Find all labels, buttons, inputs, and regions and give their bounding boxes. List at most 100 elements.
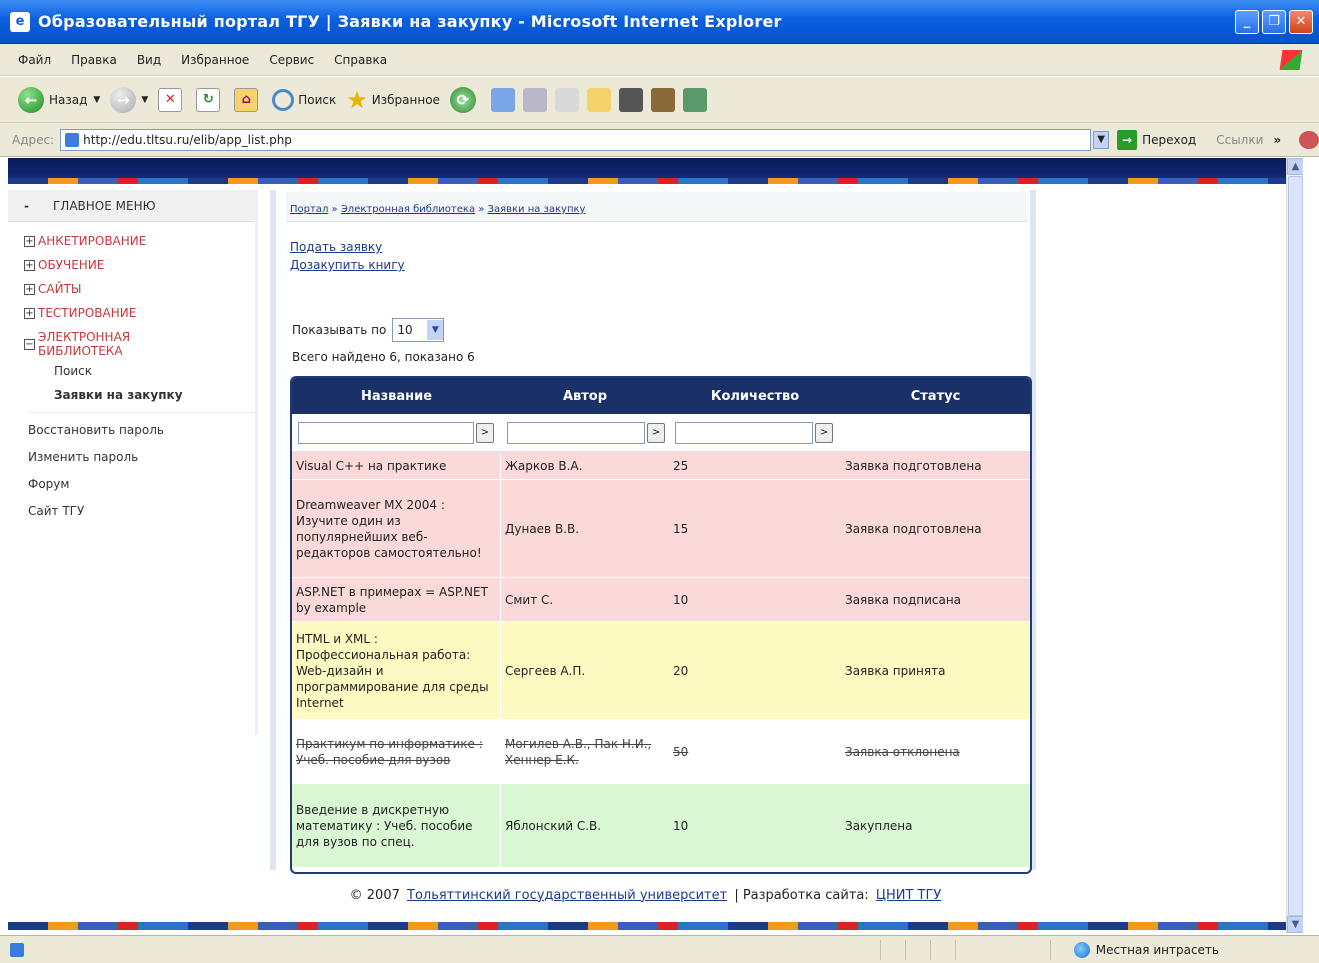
vertical-scrollbar[interactable]: ▲ ▼ <box>1286 158 1303 933</box>
messenger-icon[interactable] <box>682 87 707 112</box>
sidebar-item-surveys[interactable]: + АНКЕТИРОВАНИЕ <box>24 234 255 248</box>
folder-icon[interactable] <box>586 87 611 112</box>
research-icon[interactable] <box>650 87 675 112</box>
go-arrow-icon: → <box>1117 129 1138 150</box>
breadcrumb-library[interactable]: Электронная библиотека <box>341 204 475 215</box>
menu-tools[interactable]: Сервис <box>269 53 314 67</box>
menubar: Файл Правка Вид Избранное Сервис Справка <box>0 44 1319 76</box>
column-status[interactable]: Статус <box>841 378 1030 414</box>
status-page-icon <box>10 942 24 957</box>
home-icon: ⌂ <box>234 87 259 112</box>
menu-favorites[interactable]: Избранное <box>181 53 249 67</box>
sidebar-item-testing[interactable]: + ТЕСТИРОВАНИЕ <box>24 306 255 320</box>
title-filter-button[interactable]: > <box>476 422 494 443</box>
sidebar-subitem-search[interactable]: Поиск <box>8 364 255 378</box>
mail-icon[interactable] <box>490 87 515 112</box>
table-row[interactable]: HTML и XML : Профессиональная работа: We… <box>292 622 1030 720</box>
sidebar-item-education[interactable]: + ОБУЧЕНИЕ <box>24 258 255 272</box>
submit-request-link[interactable]: Подать заявку <box>290 240 405 254</box>
sidebar-item-library[interactable]: − ЭЛЕКТРОННАЯ БИБЛИОТЕКА <box>24 330 255 358</box>
search-button[interactable]: Поиск <box>272 88 336 111</box>
k-icon[interactable] <box>618 87 643 112</box>
column-quantity[interactable]: Количество <box>669 378 841 414</box>
page-size-select[interactable]: 10 ▼ <box>392 318 445 342</box>
menu-view[interactable]: Вид <box>137 53 161 67</box>
edit-icon[interactable] <box>554 87 579 112</box>
print-icon[interactable] <box>522 87 547 112</box>
expand-icon: + <box>24 308 35 319</box>
back-arrow-icon: ← <box>18 86 44 113</box>
title-filter-input[interactable] <box>298 421 474 444</box>
search-icon <box>272 88 295 111</box>
ie-icon: e <box>10 11 30 32</box>
menu-edit[interactable]: Правка <box>71 53 117 67</box>
developer-link[interactable]: ЦНИТ ТГУ <box>876 888 941 903</box>
address-input[interactable]: http://edu.tltsu.ru/elib/app_list.php <box>60 128 1092 151</box>
history-button[interactable]: ⟳ <box>449 86 481 113</box>
forum-link[interactable]: Форум <box>8 477 255 491</box>
author-filter-button[interactable]: > <box>647 422 665 443</box>
university-link[interactable]: Тольяттинский государственный университе… <box>407 888 727 903</box>
back-button[interactable]: ← Назад ▼ <box>18 86 100 113</box>
scroll-down-icon[interactable]: ▼ <box>1287 916 1303 933</box>
maximize-button[interactable]: ❐ <box>1262 10 1286 34</box>
sidebar-item-sites[interactable]: + САЙТЫ <box>24 282 255 296</box>
refresh-icon: ↻ <box>196 87 221 112</box>
sidebar: - ГЛАВНОЕ МЕНЮ + АНКЕТИРОВАНИЕ + ОБУЧЕНИЕ +… <box>8 190 258 735</box>
menu-help[interactable]: Справка <box>334 53 387 67</box>
main-panel: Портал » Электронная библиотека » Заявки… <box>270 190 1036 874</box>
collapse-icon: − <box>24 339 35 350</box>
sidebar-heading: - ГЛАВНОЕ МЕНЮ <box>8 190 255 222</box>
chevron-icon[interactable]: » <box>1273 133 1281 147</box>
breadcrumb: Портал » Электронная библиотека » Заявки… <box>286 192 1028 222</box>
security-zone: Местная интрасеть <box>1073 941 1219 958</box>
intranet-icon <box>1073 941 1090 958</box>
window-titlebar: e Образовательный портал ТГУ | Заявки на… <box>0 0 1319 44</box>
footer-stripe <box>8 922 1286 930</box>
home-button[interactable]: ⌂ <box>234 87 262 112</box>
result-count: Всего найдено 6, показано 6 <box>292 350 475 364</box>
quantity-filter-button[interactable]: > <box>815 422 833 443</box>
minimize-button[interactable]: _ <box>1235 10 1259 34</box>
table-header: Название Автор Количество Статус <box>292 378 1030 414</box>
table-row[interactable]: Visual C++ на практике Жарков В.А. 25 За… <box>292 452 1030 480</box>
table-row[interactable]: Введение в дискретную математику : Учеб.… <box>292 784 1030 868</box>
go-button[interactable]: → Переход <box>1117 129 1196 150</box>
column-author[interactable]: Автор <box>501 378 669 414</box>
forward-button[interactable]: → ▼ <box>110 86 148 113</box>
breadcrumb-portal[interactable]: Портал <box>290 204 328 215</box>
page-icon <box>65 132 80 147</box>
history-icon: ⟳ <box>449 86 476 113</box>
restore-password-link[interactable]: Восстановить пароль <box>8 423 255 437</box>
table-row[interactable]: ASP.NET в примерах = ASP.NET by example … <box>292 578 1030 622</box>
page-size-label: Показывать по <box>292 323 387 337</box>
scroll-up-icon[interactable]: ▲ <box>1287 158 1303 175</box>
favorites-button[interactable]: ★ Избранное <box>346 86 440 114</box>
change-password-link[interactable]: Изменить пароль <box>8 450 255 464</box>
site-link[interactable]: Сайт ТГУ <box>8 504 255 518</box>
extension-icon[interactable] <box>1299 130 1319 149</box>
menu-file[interactable]: Файл <box>18 53 51 67</box>
header-banner <box>8 158 1303 184</box>
refresh-button[interactable]: ↻ <box>196 87 224 112</box>
scroll-thumb[interactable] <box>1288 176 1303 916</box>
status-bar: Местная интрасеть <box>0 935 1319 963</box>
close-button[interactable]: ✕ <box>1289 10 1313 34</box>
address-label: Адрес: <box>12 132 55 147</box>
order-book-link[interactable]: Дозакупить книгу <box>290 258 405 272</box>
links-button[interactable]: Ссылки <box>1216 133 1263 147</box>
table-row[interactable]: Dreamweaver MX 2004 : Изучите один из по… <box>292 480 1030 578</box>
stop-icon: ✕ <box>158 87 183 112</box>
window-title: Образовательный портал ТГУ | Заявки на з… <box>38 12 782 31</box>
author-filter-input[interactable] <box>507 421 645 444</box>
address-dropdown-icon[interactable]: ▼ <box>1093 130 1110 149</box>
sidebar-subitem-requests[interactable]: Заявки на закупку <box>8 388 255 402</box>
star-icon: ★ <box>346 85 368 114</box>
page-footer: © 2007 Тольяттинский государственный уни… <box>349 887 942 903</box>
stop-button[interactable]: ✕ <box>158 87 186 112</box>
table-row[interactable]: Практикум по информатике : Учеб. пособие… <box>292 720 1030 784</box>
chevron-down-icon: ▼ <box>427 320 444 340</box>
column-title[interactable]: Название <box>292 378 501 414</box>
breadcrumb-requests[interactable]: Заявки на закупку <box>488 204 586 215</box>
quantity-filter-input[interactable] <box>675 421 813 444</box>
